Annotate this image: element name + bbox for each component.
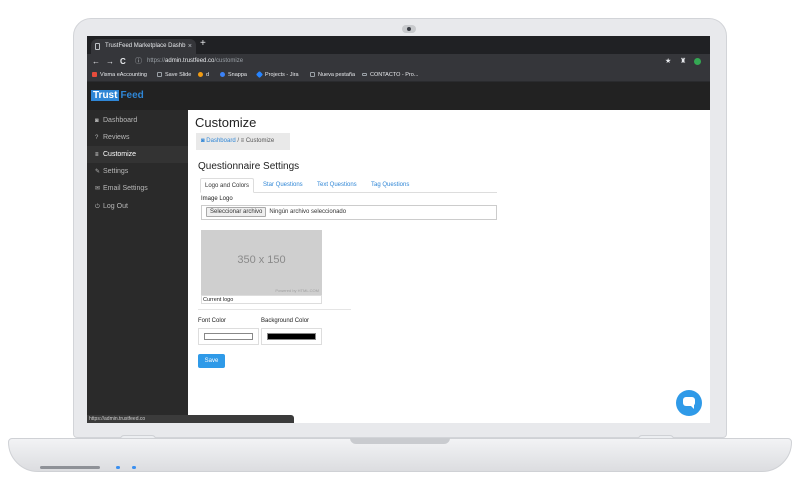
page-title: Customize xyxy=(195,115,257,130)
laptop-hinge-notch xyxy=(350,438,450,444)
sidebar-item-log-out[interactable]: ⏻ Log Out xyxy=(87,198,188,215)
sd-card-slot xyxy=(40,466,100,469)
logo-file-input[interactable]: Seleccionar archivo Ningún archivo selecc… xyxy=(201,205,497,220)
chat-icon xyxy=(683,397,695,409)
bookmarks-bar: Visma eAccounting Save Slide d Snappa Pr… xyxy=(87,69,710,82)
browser-status-url: https://admin.trustfeed.co xyxy=(87,415,294,423)
breadcrumb-dashboard-link[interactable]: ◙ Dashboard xyxy=(201,138,236,144)
browser-tab-bar: TrustFeed Marketplace Dashb × + xyxy=(87,36,710,54)
status-led xyxy=(132,466,136,469)
page-icon xyxy=(157,72,162,78)
sidebar-item-email-settings[interactable]: ✉ Email Settings xyxy=(87,180,188,197)
bookmark-item[interactable]: CONTACTO - Pro... xyxy=(362,69,418,82)
status-led xyxy=(116,466,120,469)
sidebar: ◙ Dashboard ? Reviews ≡ Customize ✎ Settings… xyxy=(87,110,188,423)
address-bar: ← → C ⓘ https://admin.trustfeed.co/custo… xyxy=(87,54,710,69)
url-input[interactable]: ⓘ https://admin.trustfeed.co/customize xyxy=(135,56,645,67)
forward-button[interactable]: → xyxy=(106,55,114,68)
visma-icon xyxy=(92,72,97,78)
current-logo-caption: Current logo xyxy=(201,295,322,304)
choose-file-button[interactable]: Seleccionar archivo xyxy=(206,207,267,217)
power-icon: ⏻ xyxy=(95,204,100,210)
placeholder-dimensions: 350 x 150 xyxy=(237,254,286,266)
bookmark-site-icon xyxy=(198,72,203,78)
background-color-swatch xyxy=(267,333,316,340)
tab-tag-questions[interactable]: Tag Questions xyxy=(367,178,413,193)
app-header: Trust Feed xyxy=(87,82,710,110)
page-icon xyxy=(310,72,315,78)
tab-title: TrustFeed Marketplace Dashb xyxy=(105,43,186,49)
bookmark-item[interactable]: d xyxy=(198,69,209,82)
background-color-label: Background Color xyxy=(261,318,310,324)
image-logo-label: Image Logo xyxy=(201,196,233,202)
save-button[interactable]: Save xyxy=(198,354,225,368)
browser-tab[interactable]: TrustFeed Marketplace Dashb × xyxy=(91,39,196,54)
sidebar-item-settings[interactable]: ✎ Settings xyxy=(87,163,188,180)
bookmark-star-icon[interactable]: ★ xyxy=(665,55,671,68)
font-color-label: Font Color xyxy=(198,318,227,324)
bookmark-item[interactable]: Snappa xyxy=(220,69,247,82)
chat-widget-button[interactable] xyxy=(676,390,702,416)
trustfeed-logo[interactable]: Trust Feed xyxy=(91,89,144,102)
settings-tabs: Logo and Colors Star Questions Text Ques… xyxy=(200,178,497,193)
tab-star-questions[interactable]: Star Questions xyxy=(259,178,307,193)
sidebar-item-dashboard[interactable]: ◙ Dashboard xyxy=(87,112,188,129)
tab-text-questions[interactable]: Text Questions xyxy=(313,178,361,193)
placeholder-credit: Powered by HTML.COM xyxy=(275,288,319,293)
sidebar-item-reviews[interactable]: ? Reviews xyxy=(87,129,188,146)
question-icon: ? xyxy=(95,135,99,141)
bookmark-item[interactable]: Nueva pestaña xyxy=(310,69,355,82)
tab-logo-and-colors[interactable]: Logo and Colors xyxy=(200,178,255,193)
main-content: Customize ◙ Dashboard / ≡ Customize Ques… xyxy=(188,110,710,423)
breadcrumb: ◙ Dashboard / ≡ Customize xyxy=(196,133,290,150)
back-button[interactable]: ← xyxy=(92,55,100,68)
laptop-screen: TrustFeed Marketplace Dashb × + ← → C ⓘ … xyxy=(87,36,710,423)
bookmark-item[interactable]: Projects - Jira xyxy=(255,69,299,82)
jira-icon xyxy=(255,71,264,79)
profile-avatar[interactable] xyxy=(694,58,701,65)
file-status: Ningún archivo seleccionado xyxy=(269,209,347,215)
snappa-icon xyxy=(220,72,225,78)
sliders-icon: ≡ xyxy=(95,152,99,158)
reload-button[interactable]: C xyxy=(120,55,126,68)
bookmark-item[interactable]: Visma eAccounting xyxy=(92,69,147,82)
info-icon[interactable]: ⓘ xyxy=(135,56,142,67)
page-icon xyxy=(95,43,100,50)
envelope-icon: ✉ xyxy=(95,186,101,192)
wrench-icon: ✎ xyxy=(95,169,101,175)
bookmark-item[interactable]: Save Slide xyxy=(157,69,191,82)
logo-preview-image: 350 x 150 Powered by HTML.COM xyxy=(201,230,322,295)
new-tab-button[interactable]: + xyxy=(200,38,206,49)
sidebar-item-customize[interactable]: ≡ Customize xyxy=(87,146,188,163)
font-color-picker[interactable] xyxy=(198,328,259,345)
dashboard-icon: ◙ xyxy=(95,118,99,124)
background-color-picker[interactable] xyxy=(261,328,322,345)
divider xyxy=(198,309,351,310)
extension-icon[interactable]: ♜ xyxy=(680,55,686,68)
section-title: Questionnaire Settings xyxy=(198,161,300,172)
breadcrumb-separator: / xyxy=(237,138,239,144)
link-icon xyxy=(362,73,367,77)
url-text: https://admin.trustfeed.co/customize xyxy=(147,58,244,64)
tab-close-icon[interactable]: × xyxy=(188,39,192,54)
breadcrumb-current: Customize xyxy=(245,138,275,144)
camera-icon xyxy=(402,25,416,33)
font-color-swatch xyxy=(204,333,253,340)
